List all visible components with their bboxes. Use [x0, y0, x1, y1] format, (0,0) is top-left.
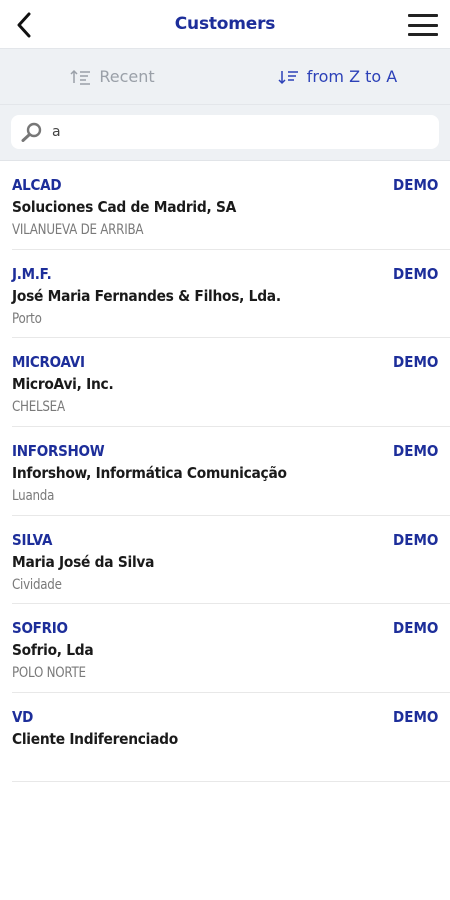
top-bar: Customers — [0, 0, 450, 49]
customer-list: ALCAD Soluciones Cad de Madrid, SA VILAN… — [0, 161, 450, 782]
customer-code: VD — [12, 708, 34, 727]
back-button[interactable] — [8, 8, 40, 42]
customer-city: Luanda — [12, 488, 55, 505]
customer-city: Cividade — [12, 576, 62, 593]
customer-code: SOFRIO — [12, 619, 68, 638]
customer-name: MicroAvi, Inc. — [12, 375, 114, 394]
menu-button[interactable] — [408, 14, 438, 36]
sort-descending-icon — [278, 70, 298, 84]
demo-badge: DEMO — [392, 619, 438, 638]
customer-row[interactable]: SOFRIO Sofrio, Lda POLO NORTE DEMO — [12, 604, 450, 694]
customer-row[interactable]: MICROAVI MicroAvi, Inc. CHELSEA DEMO — [12, 338, 450, 428]
sort-ascending-icon — [70, 69, 91, 85]
search-input[interactable] — [52, 124, 422, 140]
sort-z-to-a-label: from Z to A — [306, 67, 398, 86]
customer-city: POLO NORTE — [12, 665, 86, 682]
demo-badge: DEMO — [392, 708, 438, 727]
back-arrow-icon — [17, 12, 31, 38]
customer-name: José Maria Fernandes & Filhos, Lda. — [12, 286, 281, 305]
customer-code: INFORSHOW — [12, 442, 105, 461]
hamburger-icon-line — [408, 14, 438, 17]
sort-bar: Recent from Z to A — [0, 49, 450, 105]
customer-code: ALCAD — [12, 176, 62, 194]
customer-code: MICROAVI — [12, 353, 85, 372]
customer-city: Porto — [12, 310, 42, 327]
customer-row[interactable]: INFORSHOW Inforshow, Informática Comunic… — [12, 427, 450, 516]
customer-name: Soluciones Cad de Madrid, SA — [12, 198, 237, 216]
page-title: Customers — [174, 14, 276, 34]
customer-name: Maria José da Silva — [12, 552, 155, 571]
customer-name: Sofrio, Lda — [12, 641, 94, 660]
demo-badge: DEMO — [392, 353, 438, 372]
search-icon — [21, 122, 42, 142]
customer-city: VILANUEVA DE ARRIBA — [12, 222, 144, 238]
demo-badge: DEMO — [392, 264, 438, 283]
customer-row[interactable]: VD Cliente Indiferenciado DEMO — [12, 693, 450, 782]
customers-screen: Customers Recent from Z to A a ALCAD Sol… — [0, 0, 450, 900]
customer-row[interactable]: SILVA Maria José da Silva Cividade DEMO — [12, 516, 450, 605]
customer-name: Cliente Indiferenciado — [12, 730, 178, 749]
demo-badge: DEMO — [392, 530, 438, 549]
sort-recent-button[interactable]: Recent — [0, 67, 225, 86]
customer-code: J.M.F. — [12, 264, 52, 283]
customer-name: Inforshow, Informática Comunicação — [12, 464, 287, 483]
search-box[interactable] — [11, 115, 439, 149]
customer-row[interactable]: J.M.F. José Maria Fernandes & Filhos, Ld… — [12, 250, 450, 339]
hamburger-icon-line — [408, 23, 438, 27]
search-area — [0, 105, 450, 161]
customer-row[interactable]: ALCAD Soluciones Cad de Madrid, SA VILAN… — [12, 161, 450, 250]
demo-badge: DEMO — [392, 442, 438, 461]
sort-recent-label: Recent — [99, 67, 155, 86]
demo-badge: DEMO — [392, 176, 438, 194]
hamburger-icon-line — [408, 33, 438, 36]
customer-city: CHELSEA — [12, 399, 65, 416]
sort-z-to-a-button[interactable]: from Z to A — [225, 67, 450, 86]
customer-code: SILVA — [12, 530, 53, 549]
